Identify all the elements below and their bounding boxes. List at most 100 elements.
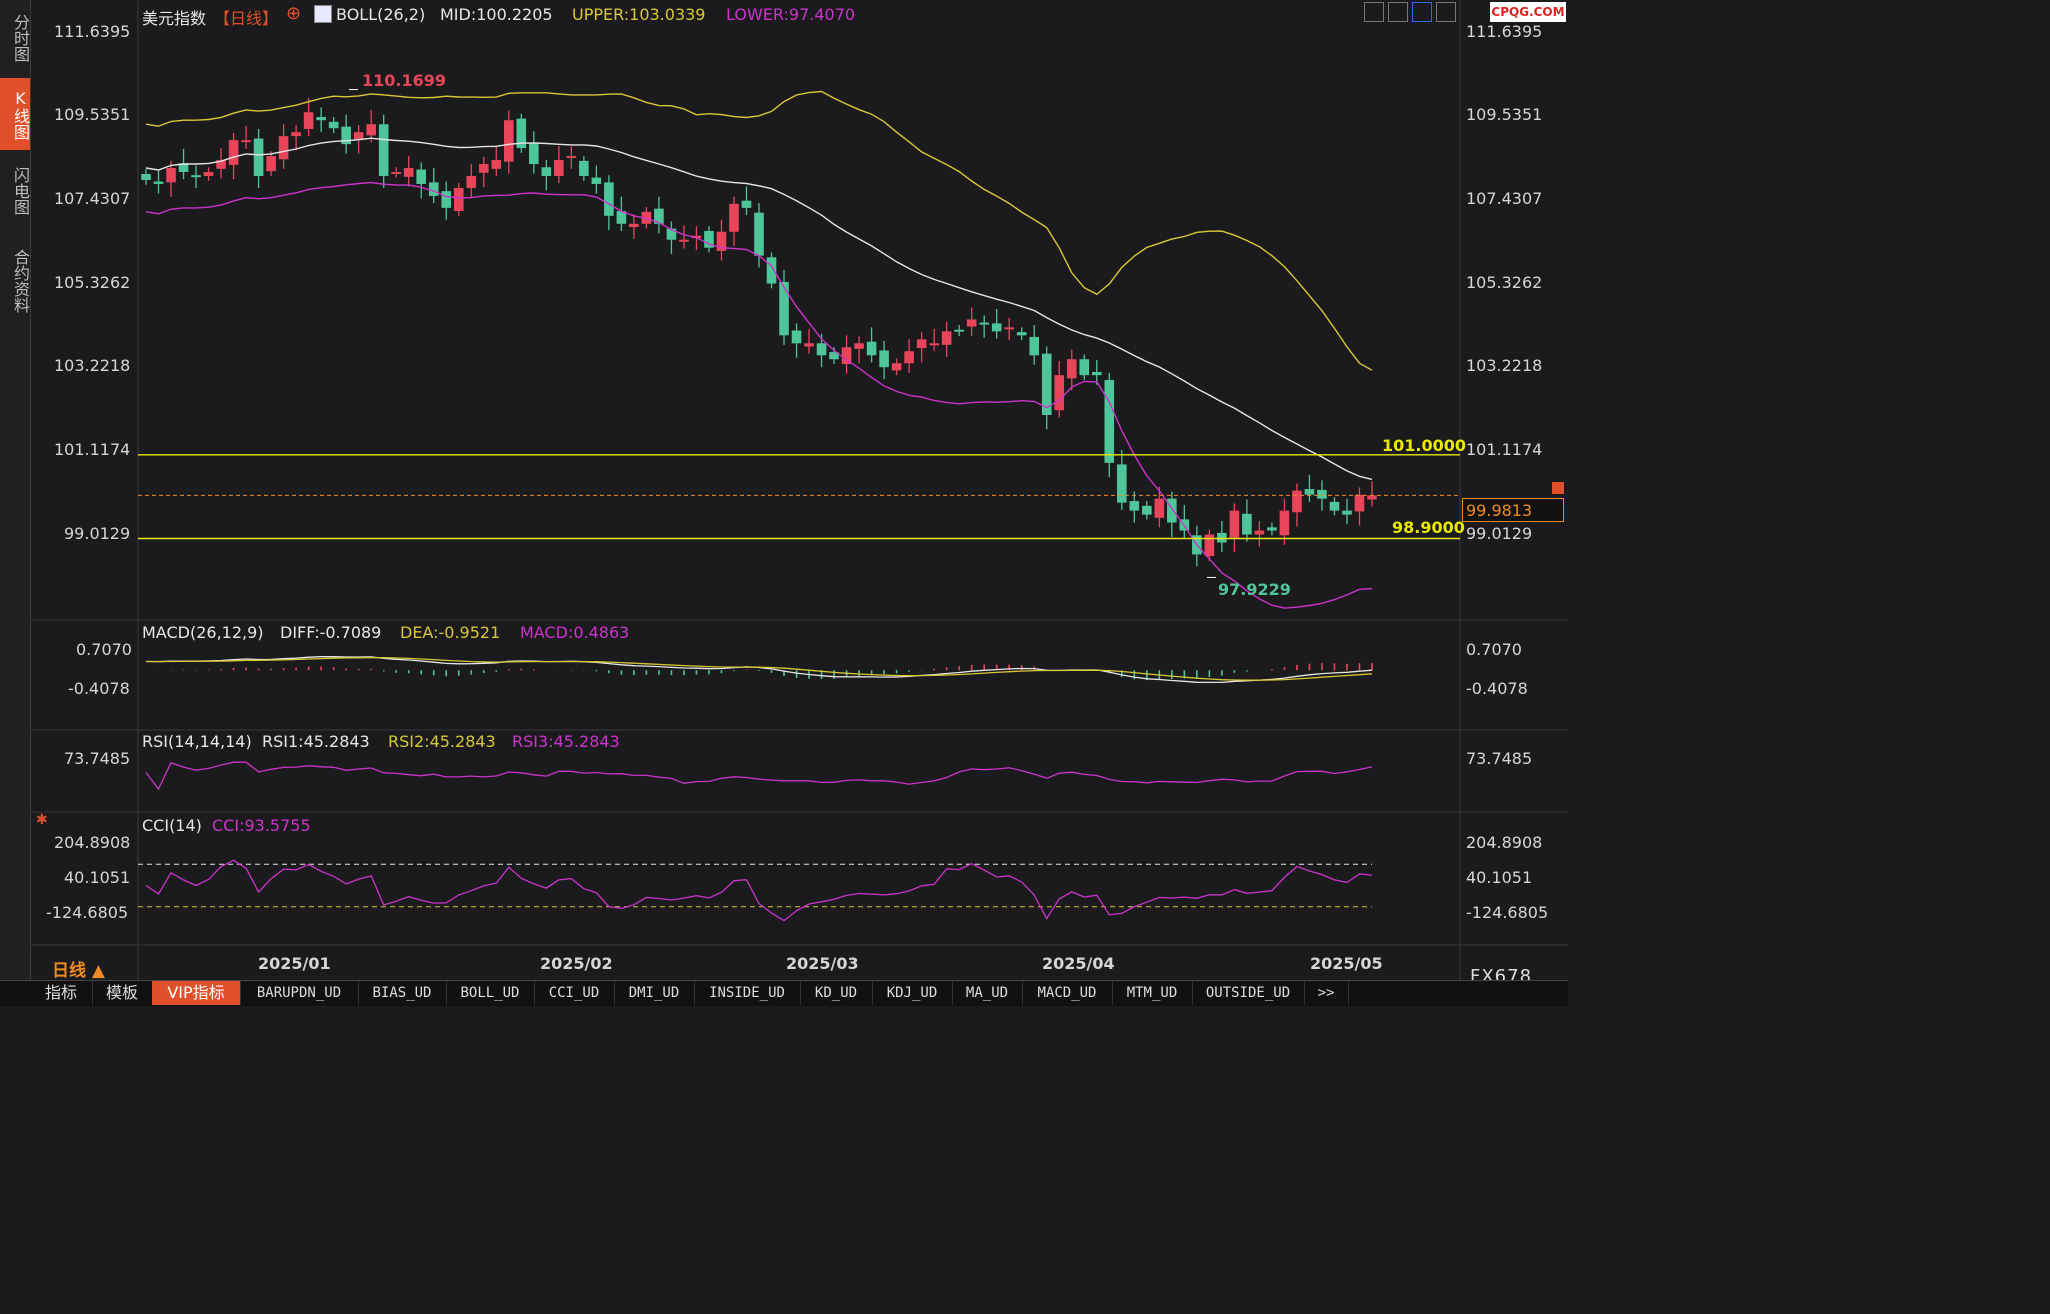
price-ytick-right: 101.1174 xyxy=(1466,440,1543,459)
tab-kd[interactable]: KD_UD xyxy=(800,981,873,1005)
price-ytick-left: 105.3262 xyxy=(54,273,131,292)
candle-body xyxy=(191,175,201,178)
indicator-tab-bar: 指标 模板 VIP指标 BARUPDN_UD BIAS_UD BOLL_UD C… xyxy=(0,980,1568,1006)
tab-vip-indicators[interactable]: VIP指标 xyxy=(152,981,241,1005)
candle-body xyxy=(591,177,602,184)
candle-body xyxy=(278,136,289,160)
xaxis-label: 2025/01 xyxy=(258,954,331,973)
candle-body xyxy=(1029,336,1040,356)
candle-body xyxy=(1154,498,1165,518)
price-ytick-right: 111.6395 xyxy=(1466,22,1543,41)
xaxis-label: 2025/03 xyxy=(786,954,859,973)
tab-more[interactable]: >> xyxy=(1304,981,1349,1005)
candle-body xyxy=(879,350,889,368)
tab-barupdn[interactable]: BARUPDN_UD xyxy=(240,981,359,1005)
candle-body xyxy=(991,323,1002,332)
expand-chart-icon[interactable] xyxy=(1436,2,1456,22)
candle-body xyxy=(941,331,952,345)
bar-chart-icon[interactable] xyxy=(1388,2,1408,22)
candle-body xyxy=(1254,530,1265,535)
candle-body xyxy=(316,117,326,121)
candle-body xyxy=(428,182,439,196)
line-chart-icon[interactable] xyxy=(1412,2,1432,22)
candle-body xyxy=(579,160,589,176)
tab-cci[interactable]: CCI_UD xyxy=(534,981,615,1005)
tab-boll[interactable]: BOLL_UD xyxy=(446,981,535,1005)
price-ytick-right: 99.0129 xyxy=(1466,524,1533,543)
candle-body xyxy=(1054,375,1065,411)
candle-body xyxy=(166,168,176,183)
symbol-title: 美元指数 xyxy=(142,9,207,28)
candle-body xyxy=(141,173,151,180)
candle-body xyxy=(328,121,339,129)
period-selector[interactable]: 日线 ▲ xyxy=(52,956,105,981)
tab-dmi[interactable]: DMI_UD xyxy=(614,981,695,1005)
tab-macd[interactable]: MACD_UD xyxy=(1022,981,1113,1005)
candle-body xyxy=(529,143,539,165)
candle-body xyxy=(629,223,639,227)
cci-ytick-right: -124.6805 xyxy=(1466,903,1549,922)
candle-body xyxy=(303,112,314,129)
macd-ytick-right: -0.4078 xyxy=(1466,679,1528,698)
boll-mid-line xyxy=(145,137,1373,481)
level-label-upper: 101.0000 xyxy=(1382,436,1467,455)
tab-templates[interactable]: 模板 xyxy=(92,981,153,1005)
macd-value: MACD:0.4863 xyxy=(520,623,630,642)
price-ytick-left: 109.5351 xyxy=(54,105,131,124)
candle-body xyxy=(391,172,402,175)
settings-sun-icon[interactable]: ✱ xyxy=(36,812,48,828)
tab-kdj[interactable]: KDJ_UD xyxy=(872,981,953,1005)
candle-body xyxy=(741,200,752,208)
tab-bias[interactable]: BIAS_UD xyxy=(358,981,447,1005)
candle-body xyxy=(729,203,739,232)
grid-layout-icon[interactable] xyxy=(1364,2,1384,22)
candle-body xyxy=(891,363,902,371)
candle-body xyxy=(1116,464,1127,503)
candle-body xyxy=(754,212,764,256)
candle-body xyxy=(854,343,864,349)
macd-dea-line xyxy=(146,656,1373,681)
candle-body xyxy=(954,329,964,332)
macd-ytick-left: -0.4078 xyxy=(68,679,130,698)
low-price-label: 97.9229 xyxy=(1218,580,1291,599)
candle-body xyxy=(1129,501,1140,511)
candle-body xyxy=(1279,510,1290,536)
tab-ma[interactable]: MA_UD xyxy=(952,981,1023,1005)
tab-mtm[interactable]: MTM_UD xyxy=(1112,981,1193,1005)
tab-inside[interactable]: INSIDE_UD xyxy=(694,981,801,1005)
rsi3-value: RSI3:45.2843 xyxy=(512,732,620,751)
period-label[interactable]: 【日线】 xyxy=(214,5,278,29)
candle-body xyxy=(866,341,877,356)
macd-ytick-right: 0.7070 xyxy=(1466,640,1522,659)
candle-body xyxy=(1267,527,1277,531)
candle-body xyxy=(1167,498,1177,523)
rsi2-value: RSI2:45.2843 xyxy=(388,732,496,751)
candle-body xyxy=(478,164,489,173)
candle-body xyxy=(966,319,977,327)
candle-body xyxy=(416,169,427,184)
cci-ytick-right: 204.8908 xyxy=(1466,833,1543,852)
cci-ytick-right: 40.1051 xyxy=(1466,868,1533,887)
macd-name: MACD(26,12,9) xyxy=(142,623,264,642)
candle-body xyxy=(503,120,514,162)
cci-name: CCI(14) xyxy=(142,816,202,835)
add-symbol-icon[interactable]: ⊕ xyxy=(286,3,301,24)
tab-indicators[interactable]: 指标 xyxy=(30,981,93,1005)
candle-body xyxy=(1079,359,1090,376)
macd-ytick-left: 0.7070 xyxy=(76,640,132,659)
xaxis-label: 2025/04 xyxy=(1042,954,1115,973)
candle-body xyxy=(378,124,389,176)
candle-body xyxy=(1217,532,1227,543)
high-price-label: 110.1699 xyxy=(362,71,447,90)
candle-body xyxy=(1354,494,1365,512)
candle-body xyxy=(1091,371,1102,376)
tab-outside[interactable]: OUTSIDE_UD xyxy=(1192,981,1305,1005)
price-ytick-left: 103.2218 xyxy=(54,356,131,375)
candle-body xyxy=(1204,534,1215,557)
candle-body xyxy=(228,140,239,165)
alert-icon[interactable] xyxy=(1552,482,1564,494)
candle-body xyxy=(203,172,214,176)
candle-body xyxy=(1229,510,1240,538)
candle-body xyxy=(1066,359,1077,379)
candle-body xyxy=(779,281,789,336)
